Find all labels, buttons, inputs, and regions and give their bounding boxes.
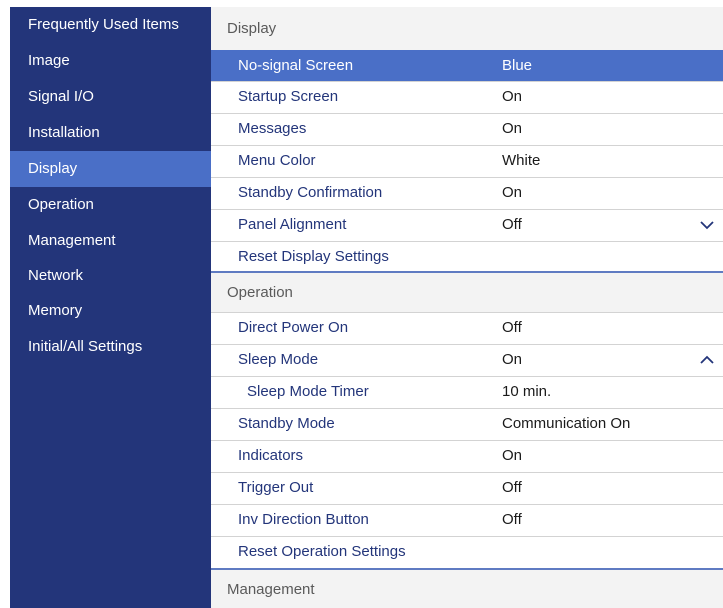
- setting-row-messages[interactable]: Messages On: [211, 113, 723, 145]
- setting-value: Off: [502, 511, 522, 528]
- settings-panel: Display No-signal Screen Blue Startup Sc…: [211, 7, 723, 608]
- setting-row-direct-power-on[interactable]: Direct Power On Off: [211, 312, 723, 344]
- setting-label: Standby Confirmation: [238, 184, 383, 201]
- setting-label: Startup Screen: [238, 88, 339, 105]
- setting-value: On: [502, 120, 523, 137]
- setting-value: Off: [502, 479, 522, 496]
- setting-row-no-signal-screen[interactable]: No-signal Screen Blue: [211, 50, 723, 81]
- setting-row-reset-display-settings[interactable]: Reset Display Settings: [211, 241, 723, 271]
- setting-label: Indicators: [238, 447, 304, 464]
- setting-row-inv-direction-button[interactable]: Inv Direction Button Off: [211, 504, 723, 536]
- sidebar-item-installation[interactable]: Installation: [10, 115, 211, 151]
- setting-label: Sleep Mode: [238, 351, 319, 368]
- setting-row-menu-color[interactable]: Menu Color White: [211, 145, 723, 177]
- sidebar-item-display[interactable]: Display: [10, 151, 211, 187]
- setting-label: Menu Color: [238, 152, 316, 169]
- sidebar-item-label: Initial/All Settings: [28, 338, 143, 355]
- setting-value: Off: [502, 319, 522, 336]
- sidebar-item-label: Memory: [28, 302, 83, 319]
- setting-row-trigger-out[interactable]: Trigger Out Off: [211, 472, 723, 504]
- setting-label: Sleep Mode Timer: [247, 383, 369, 400]
- sidebar-item-label: Signal I/O: [28, 88, 94, 105]
- section-header-operation: Operation: [211, 273, 723, 312]
- setting-row-standby-mode[interactable]: Standby Mode Communication On: [211, 408, 723, 440]
- setting-row-reset-operation-settings[interactable]: Reset Operation Settings: [211, 536, 723, 568]
- setting-label: Inv Direction Button: [238, 511, 369, 528]
- sidebar-item-label: Management: [28, 232, 116, 249]
- setting-value: Communication On: [502, 415, 631, 432]
- setting-row-sleep-mode-timer[interactable]: Sleep Mode Timer 10 min.: [211, 376, 723, 408]
- setting-value: Blue: [502, 57, 533, 74]
- setting-label: Standby Mode: [238, 415, 335, 432]
- setting-row-sleep-mode[interactable]: Sleep Mode On: [211, 344, 723, 376]
- sidebar-item-image[interactable]: Image: [10, 43, 211, 79]
- chevron-down-icon[interactable]: [699, 219, 715, 231]
- sidebar-item-label: Network: [28, 267, 84, 284]
- setting-row-panel-alignment[interactable]: Panel Alignment Off: [211, 209, 723, 241]
- sidebar-item-label: Display: [28, 160, 78, 177]
- setting-value: On: [502, 447, 523, 464]
- sidebar-item-initial-all-settings[interactable]: Initial/All Settings: [10, 329, 211, 365]
- setting-label: Trigger Out: [238, 479, 314, 496]
- setting-row-standby-confirmation[interactable]: Standby Confirmation On: [211, 177, 723, 209]
- sidebar: Frequently Used Items Image Signal I/O I…: [10, 7, 211, 608]
- setting-row-indicators[interactable]: Indicators On: [211, 440, 723, 472]
- setting-row-startup-screen[interactable]: Startup Screen On: [211, 81, 723, 113]
- setting-label: Reset Display Settings: [238, 248, 389, 265]
- sidebar-item-label: Frequently Used Items: [28, 16, 179, 33]
- setting-value: 10 min.: [502, 383, 552, 400]
- setting-value: On: [502, 88, 523, 105]
- setting-value: White: [502, 152, 541, 169]
- setting-value: Off: [502, 216, 522, 233]
- setting-label: Messages: [238, 120, 307, 137]
- sidebar-item-operation[interactable]: Operation: [10, 187, 211, 223]
- setting-value: On: [502, 184, 523, 201]
- sidebar-item-signal-io[interactable]: Signal I/O: [10, 79, 211, 115]
- setting-label: Direct Power On: [238, 319, 349, 336]
- sidebar-item-label: Image: [28, 52, 70, 69]
- setting-label: Panel Alignment: [238, 216, 347, 233]
- sidebar-item-label: Operation: [28, 196, 94, 213]
- sidebar-item-memory[interactable]: Memory: [10, 293, 211, 329]
- setting-label: Reset Operation Settings: [238, 543, 406, 560]
- section-header-display: Display: [211, 7, 723, 50]
- projector-menu: Frequently Used Items Image Signal I/O I…: [10, 7, 723, 608]
- sidebar-item-network[interactable]: Network: [10, 258, 211, 294]
- section-header-management: Management: [211, 570, 723, 608]
- setting-label: No-signal Screen: [238, 57, 354, 74]
- setting-value: On: [502, 351, 523, 368]
- chevron-up-icon[interactable]: [699, 354, 715, 366]
- sidebar-item-management[interactable]: Management: [10, 223, 211, 259]
- sidebar-item-frequently-used-items[interactable]: Frequently Used Items: [10, 7, 211, 43]
- sidebar-item-label: Installation: [28, 124, 100, 141]
